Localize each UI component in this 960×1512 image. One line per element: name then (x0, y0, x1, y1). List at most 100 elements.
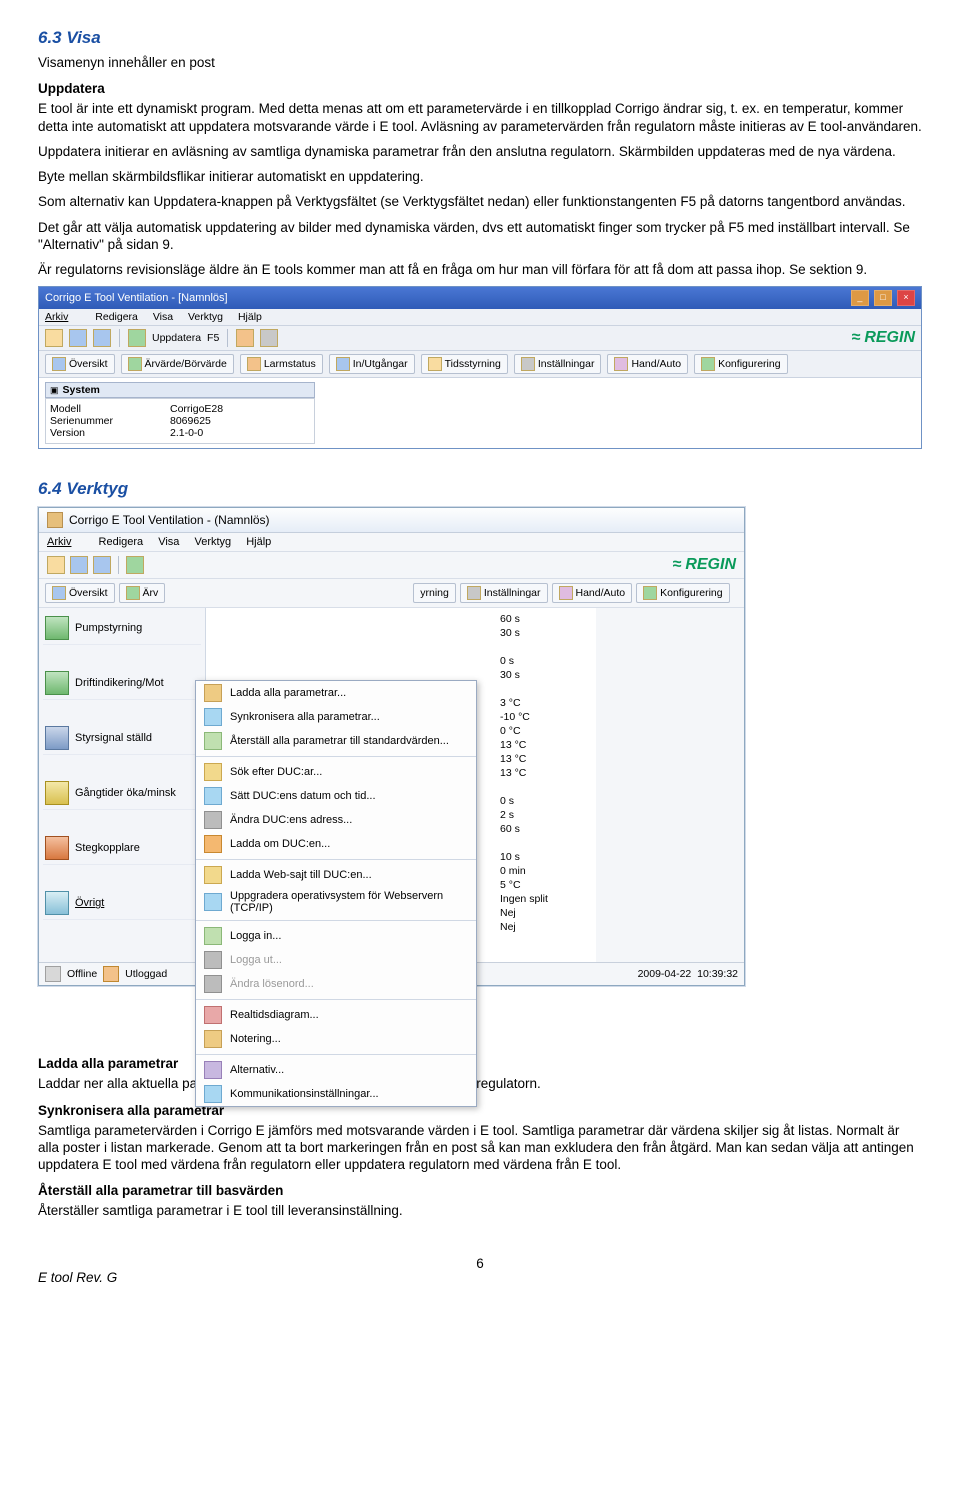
para-1: E tool är inte ett dynamiskt program. Me… (38, 100, 922, 135)
tab-io[interactable]: In/Utgångar (329, 354, 415, 374)
page-number: 6 (476, 1256, 484, 1271)
new-icon[interactable] (45, 329, 63, 347)
menu-item[interactable]: Alternativ... (196, 1058, 476, 1082)
sub-ladda: Ladda alla parametrar (38, 1056, 922, 1071)
sub-uppdatera: Uppdatera (38, 81, 922, 96)
menu-item[interactable]: Kommunikationsinställningar... (196, 1082, 476, 1106)
content-panel: ▣ System ModellCorrigoE28 Serienummer806… (39, 378, 921, 448)
menu-redigera[interactable]: Redigera (99, 536, 144, 548)
sidebar-item[interactable]: Styrsignal ställd (43, 722, 201, 755)
menu-hjalp[interactable]: Hjälp (246, 536, 271, 548)
sidebar-item[interactable]: Stegkopplare (43, 832, 201, 865)
menu-item[interactable]: Återställ alla parametrar till standardv… (196, 729, 476, 753)
param-value: 13 °C (496, 738, 596, 752)
sub-reset: Återställ alla parametrar till basvärden (38, 1183, 922, 1198)
settings-icon (521, 357, 535, 371)
tab-tid[interactable]: Tidsstyrning (421, 354, 508, 374)
page-footer: 6 E tool Rev. G (38, 1256, 922, 1285)
tab-konfig[interactable]: Konfigurering (694, 354, 787, 374)
menu-item-label: Alternativ... (230, 1064, 284, 1076)
menu-arkiv[interactable]: Arkiv (45, 311, 80, 323)
regin-logo: REGIN (852, 329, 915, 347)
sidebar-icon (45, 616, 69, 640)
menu-verktyg[interactable]: Verktyg (194, 536, 231, 548)
menu-item[interactable]: Ladda Web-sajt till DUC:en... (196, 863, 476, 887)
param-value: 60 s (496, 822, 596, 836)
window-titlebar: Corrigo E Tool Ventilation - [Namnlös] _… (39, 287, 921, 309)
open-icon[interactable] (69, 329, 87, 347)
window-title: Corrigo E Tool Ventilation - (Namnlös) (69, 513, 270, 527)
save-icon[interactable] (93, 556, 111, 574)
menu-visa[interactable]: Visa (158, 536, 179, 548)
tab-hand[interactable]: Hand/Auto (552, 583, 633, 603)
sidebar-icon (45, 891, 69, 915)
refresh-icon[interactable] (126, 556, 144, 574)
refresh-icon[interactable] (128, 329, 146, 347)
menu-item: Logga ut... (196, 948, 476, 972)
sidebar-item[interactable]: Pumpstyrning (43, 612, 201, 645)
sidebar[interactable]: Pumpstyrning Driftindikering/Mot Styrsigna… (39, 608, 206, 962)
menu-item-label: Notering... (230, 1033, 281, 1045)
menu-icon (204, 1006, 222, 1024)
menu-redigera[interactable]: Redigera (95, 311, 138, 323)
menu-item[interactable]: Notering... (196, 1027, 476, 1051)
menu-arkiv[interactable]: Arkiv (47, 536, 83, 548)
sidebar-item[interactable]: Övrigt (43, 887, 201, 920)
verktyg-dropdown[interactable]: Ladda alla parametrar...Synkronisera all… (195, 680, 477, 1107)
tab-oversikt[interactable]: Översikt (45, 354, 115, 374)
menu-item[interactable]: Ladda om DUC:en... (196, 832, 476, 856)
menu-item[interactable]: Sätt DUC:ens datum och tid... (196, 784, 476, 808)
menubar[interactable]: Arkiv Redigera Visa Verktyg Hjälp (39, 533, 744, 552)
sidebar-item[interactable]: Gångtider öka/minsk (43, 777, 201, 810)
screenshot-2: Corrigo E Tool Ventilation - (Namnlös) A… (38, 507, 745, 986)
menu-item[interactable]: Sök efter DUC:ar... (196, 760, 476, 784)
minimize-icon[interactable]: _ (851, 290, 869, 306)
tab-inst[interactable]: Inställningar (514, 354, 602, 374)
menu-item[interactable]: Ändra DUC:ens adress... (196, 808, 476, 832)
para-3: Byte mellan skärmbildsflikar initierar a… (38, 168, 922, 185)
menu-verktyg[interactable]: Verktyg (188, 311, 223, 323)
maximize-icon[interactable]: □ (874, 290, 892, 306)
tabstrip[interactable]: Översikt Ärvärde/Börvärde Larmstatus In/… (39, 351, 921, 378)
menu-icon (204, 684, 222, 702)
separator-icon (118, 556, 119, 574)
param-label (206, 654, 496, 668)
menu-item[interactable]: Uppgradera operativsystem för Webservern… (196, 887, 476, 917)
menu-icon (204, 787, 222, 805)
system-group-header[interactable]: ▣ System (45, 382, 315, 398)
tab-oversikt[interactable]: Översikt (45, 583, 115, 603)
tab-hand[interactable]: Hand/Auto (607, 354, 688, 374)
tab-arvarde[interactable]: Ärvärde/Börvärde (121, 354, 234, 374)
new-icon[interactable] (47, 556, 65, 574)
alarm-icon (247, 357, 261, 371)
open-icon[interactable] (70, 556, 88, 574)
menu-item: Ändra lösenord... (196, 972, 476, 996)
separator-icon (227, 329, 228, 347)
tab-larmstatus[interactable]: Larmstatus (240, 354, 323, 374)
window-buttons[interactable]: _ □ × (849, 290, 915, 306)
update-button[interactable]: Uppdatera (152, 332, 201, 344)
tool-icon[interactable] (236, 329, 254, 347)
menubar[interactable]: Arkiv Redigera Visa Verktyg Hjälp (39, 309, 921, 326)
sidebar-icon (45, 836, 69, 860)
tool-icon[interactable] (260, 329, 278, 347)
param-value: 0 min (496, 864, 596, 878)
tab-yrning[interactable]: yrning (413, 583, 456, 603)
menu-item[interactable]: Synkronisera alla parametrar... (196, 705, 476, 729)
menu-item[interactable]: Ladda alla parametrar... (196, 681, 476, 705)
param-value: 3 °C (496, 696, 596, 710)
tab-inst[interactable]: Inställningar (460, 583, 548, 603)
tab-konfig[interactable]: Konfigurering (636, 583, 729, 603)
tab-arv[interactable]: Ärv (119, 583, 166, 603)
menu-item[interactable]: Realtidsdiagram... (196, 1003, 476, 1027)
tabstrip[interactable]: Översikt Ärv yrning Inställningar Hand/A… (39, 579, 744, 608)
close-icon[interactable]: × (897, 290, 915, 306)
menu-hjalp[interactable]: Hjälp (238, 311, 262, 323)
save-icon[interactable] (93, 329, 111, 347)
menu-item[interactable]: Logga in... (196, 924, 476, 948)
param-value: 0 s (496, 654, 596, 668)
menu-visa[interactable]: Visa (153, 311, 173, 323)
menu-item-label: Ändra lösenord... (230, 978, 314, 990)
collapse-icon[interactable]: ▣ (50, 385, 59, 396)
sidebar-item[interactable]: Driftindikering/Mot (43, 667, 201, 700)
